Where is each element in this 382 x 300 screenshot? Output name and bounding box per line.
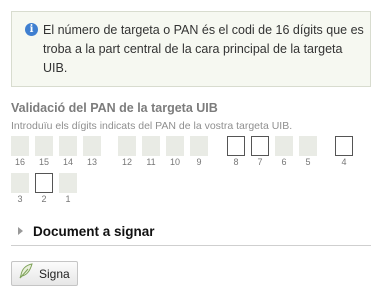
pan-digit-cell: 10 (166, 136, 184, 167)
pan-digit-placeholder (275, 136, 293, 156)
pan-digit-cell: 11 (142, 136, 160, 167)
pan-digit-position-label: 10 (169, 157, 180, 167)
feather-pen-icon (18, 263, 34, 284)
pan-digit-position-label: 7 (257, 157, 263, 167)
pan-digit-cell: 5 (299, 136, 317, 167)
pan-digit-position-label: 8 (233, 157, 239, 167)
pan-digit-cell: 3 (11, 173, 29, 204)
pan-digit-placeholder (11, 136, 29, 156)
pan-digit-placeholder (299, 136, 317, 156)
pan-section-title: Validació del PAN de la targeta UIB (11, 101, 218, 115)
pan-digit-cell: 14 (59, 136, 77, 167)
pan-digit-cell[interactable]: 2 (35, 173, 53, 204)
pan-digit-placeholder (166, 136, 184, 156)
divider (11, 245, 371, 246)
pan-digit-cell: 13 (83, 136, 101, 167)
sign-button-label: Signa (39, 266, 70, 281)
pan-digit-cell: 16 (11, 136, 29, 167)
pan-digit-position-label: 13 (86, 157, 97, 167)
info-text: El número de targeta o PAN és el codi de… (43, 23, 364, 75)
pan-digit-position-label: 4 (341, 157, 347, 167)
pan-digit-position-label: 5 (305, 157, 311, 167)
pan-digit-placeholder (11, 173, 29, 193)
pan-digit-position-label: 3 (17, 194, 23, 204)
info-box: i El número de targeta o PAN és el codi … (11, 11, 371, 87)
triangle-right-icon (18, 227, 23, 235)
pan-digit-position-label: 16 (14, 157, 25, 167)
pan-digit-input[interactable] (227, 136, 245, 156)
pan-digit-placeholder (190, 136, 208, 156)
pan-digit-placeholder (142, 136, 160, 156)
pan-digit-placeholder (83, 136, 101, 156)
pan-digit-cell[interactable]: 4 (335, 136, 353, 167)
pan-digit-position-label: 15 (38, 157, 49, 167)
pan-digit-input[interactable] (251, 136, 269, 156)
document-to-sign-toggle[interactable]: Document a signar (18, 221, 155, 241)
pan-digit-cell: 9 (190, 136, 208, 167)
pan-digit-placeholder (35, 136, 53, 156)
pan-digit-position-label: 6 (281, 157, 287, 167)
pan-digit-position-label: 2 (41, 194, 47, 204)
pan-digit-placeholder (59, 136, 77, 156)
pan-digit-position-label: 1 (65, 194, 71, 204)
pan-digit-placeholder (59, 173, 77, 193)
pan-digit-cell: 12 (118, 136, 136, 167)
pan-digit-cell[interactable]: 8 (227, 136, 245, 167)
pan-digit-position-label: 12 (121, 157, 132, 167)
pan-digit-cell: 1 (59, 173, 77, 204)
pan-digit-cell: 6 (275, 136, 293, 167)
pan-digit-cell[interactable]: 7 (251, 136, 269, 167)
pan-digit-position-label: 11 (146, 157, 156, 167)
document-to-sign-label: Document a signar (33, 223, 155, 239)
pan-digit-position-label: 14 (62, 157, 73, 167)
pan-digit-position-label: 9 (196, 157, 202, 167)
pan-digit-cell: 15 (35, 136, 53, 167)
pan-digit-input[interactable] (35, 173, 53, 193)
info-icon: i (25, 23, 38, 36)
pan-digit-input[interactable] (335, 136, 353, 156)
pan-digit-placeholder (118, 136, 136, 156)
sign-button[interactable]: Signa (11, 261, 78, 286)
pan-hint: Introduïu els dígits indicats del PAN de… (11, 120, 293, 132)
